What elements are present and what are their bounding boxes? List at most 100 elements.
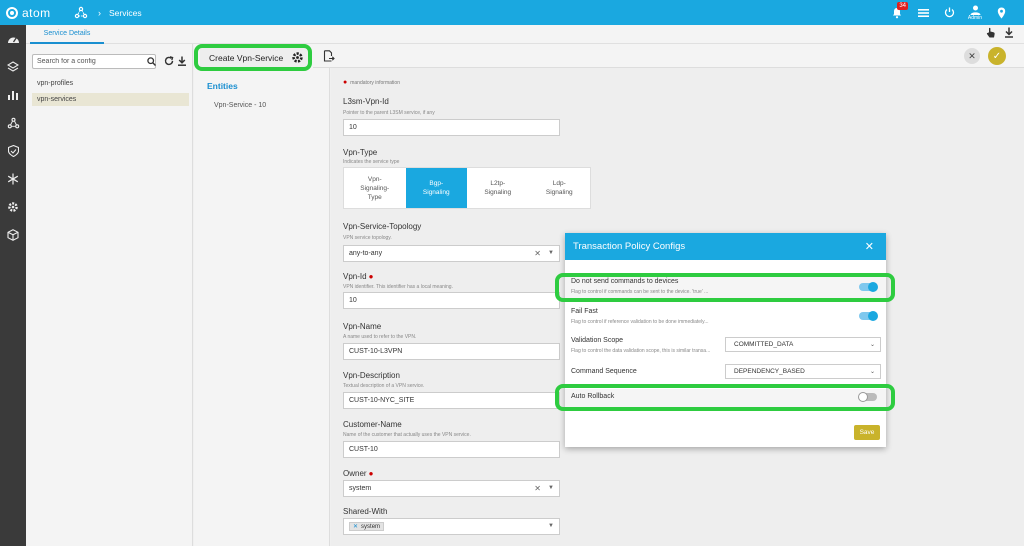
vpn-type-option-bgp-signaling[interactable]: Bgp- Signaling xyxy=(405,168,467,208)
vpn-id-label: Vpn-Id ● xyxy=(343,272,374,281)
validation-scope-hint: Flag to control the data validation scop… xyxy=(571,348,711,354)
vpn-type-option-l2tp-signaling[interactable]: L2tp- Signaling xyxy=(467,168,529,208)
command-sequence-label: Command Sequence xyxy=(571,368,637,375)
download-icon[interactable] xyxy=(177,56,187,68)
config-search-input[interactable] xyxy=(32,54,156,69)
vpn-type-option-vpn-signaling-type[interactable]: Vpn- Signaling- Type xyxy=(344,168,406,208)
confirm-check-button[interactable]: ✓ xyxy=(988,47,1006,65)
user-menu[interactable]: Admin xyxy=(962,0,988,25)
validation-scope-label: Validation Scope xyxy=(571,337,624,344)
config-panel: vpn-profiles vpn-services xyxy=(26,44,193,546)
topology-label: Vpn-Service-Topology xyxy=(343,222,422,231)
shared-with-chip[interactable]: ✕ system xyxy=(349,522,385,531)
command-sequence-value: DEPENDENCY_BASED xyxy=(734,368,805,375)
snowflake-icon[interactable] xyxy=(0,165,26,193)
entities-title: Entities xyxy=(207,81,238,91)
highlight-create-button xyxy=(194,44,312,71)
bar-chart-icon[interactable] xyxy=(0,81,26,109)
vpn-type-selector: Vpn- Signaling- Type Bgp- Signaling L2tp- Si… xyxy=(343,167,591,209)
search-icon[interactable] xyxy=(147,57,156,68)
highlight-no-send-row xyxy=(555,273,895,302)
chip-remove-icon[interactable]: ✕ xyxy=(353,523,358,530)
save-button[interactable]: Save xyxy=(854,425,880,440)
validation-scope-select[interactable]: COMMITTED_DATA ⌄ xyxy=(725,337,881,352)
form-toolbar: ✕ ✓ xyxy=(313,44,1024,68)
command-sequence-select[interactable]: DEPENDENCY_BASED ⌄ xyxy=(725,364,881,379)
user-icon xyxy=(970,5,980,15)
l3sm-vpn-id-label: L3sm-Vpn-Id xyxy=(343,97,389,106)
chevron-right-icon: › xyxy=(98,7,101,18)
user-name: Admin xyxy=(967,14,983,21)
chevron-down-icon[interactable]: ▼ xyxy=(548,250,554,256)
document-arrow-icon[interactable] xyxy=(323,50,335,64)
atom-logo-icon xyxy=(6,6,18,19)
settings-gear-icon[interactable] xyxy=(0,193,26,221)
power-icon[interactable] xyxy=(936,0,962,25)
validation-scope-value: COMMITTED_DATA xyxy=(734,341,794,348)
modal-header: Transaction Policy Configs ✕ xyxy=(565,233,886,260)
config-item-vpn-services[interactable]: vpn-services xyxy=(32,93,189,106)
vpn-type-label: Vpn-Type xyxy=(343,148,378,157)
vpn-name-hint: A name used to refer to the VPN. xyxy=(343,334,417,340)
download-icon[interactable] xyxy=(1004,27,1014,40)
shield-check-icon[interactable] xyxy=(0,137,26,165)
services-network-icon[interactable] xyxy=(74,6,88,20)
customer-name-input[interactable]: CUST-10 xyxy=(343,441,560,458)
customer-name-hint: Name of the customer that actually uses … xyxy=(343,432,471,438)
l3sm-vpn-id-input[interactable]: 10 xyxy=(343,119,560,136)
left-nav xyxy=(0,25,26,546)
entity-item[interactable]: Vpn-Service - 10 xyxy=(214,102,266,109)
mandatory-note: ● mandatory information xyxy=(343,79,400,86)
notifications-bell-icon[interactable]: 34 xyxy=(884,0,910,25)
list-menu-icon[interactable] xyxy=(910,0,936,25)
vpn-description-hint: Textual description of a VPN service. xyxy=(343,383,425,389)
vpn-type-option-ldp-signaling[interactable]: Ldp- Signaling xyxy=(529,168,591,208)
tab-service-details[interactable]: Service Details xyxy=(30,25,104,44)
vpn-id-input[interactable]: 10 xyxy=(343,292,560,309)
package-box-icon[interactable] xyxy=(0,221,26,249)
close-icon[interactable]: ✕ xyxy=(865,240,874,253)
topology-hint: VPN service topology. xyxy=(343,235,392,241)
brand-logo[interactable]: atom xyxy=(6,6,66,20)
fail-fast-hint: Flag to control if reference validation … xyxy=(571,319,709,325)
config-item-vpn-profiles[interactable]: vpn-profiles xyxy=(32,77,189,90)
modal-title: Transaction Policy Configs xyxy=(573,241,686,252)
shared-with-label: Shared-With xyxy=(343,507,388,516)
owner-select[interactable]: system ✕ ▼ xyxy=(343,480,560,497)
cancel-close-button[interactable]: ✕ xyxy=(964,48,980,64)
vpn-name-input[interactable]: CUST-10-L3VPN xyxy=(343,343,560,360)
chevron-down-icon: ⌄ xyxy=(869,369,875,375)
highlight-auto-rollback-row xyxy=(555,384,895,411)
vpn-description-input[interactable]: CUST-10-NYC_SITE xyxy=(343,392,560,409)
chevron-down-icon[interactable]: ▼ xyxy=(548,485,554,491)
vpn-id-hint: VPN identifier. This identifier has a lo… xyxy=(343,284,453,290)
network-topology-icon[interactable] xyxy=(0,109,26,137)
vpn-name-label: Vpn-Name xyxy=(343,322,382,331)
clear-icon[interactable]: ✕ xyxy=(534,249,541,258)
chevron-down-icon: ⌄ xyxy=(869,342,875,348)
entities-panel: Create Vpn-Service Entities Vpn-Service … xyxy=(194,44,330,546)
layers-cube-icon[interactable] xyxy=(0,53,26,81)
transaction-policy-modal: Transaction Policy Configs ✕ Do not send… xyxy=(565,233,886,447)
app-name: atom xyxy=(22,5,51,20)
vpn-type-hint: Indicates the service type xyxy=(343,159,400,165)
tab-bar: Service Details xyxy=(26,25,1024,44)
dashboard-gauge-icon[interactable] xyxy=(0,25,26,53)
shared-with-select[interactable]: ✕ system ▼ xyxy=(343,518,560,535)
notification-count-badge: 34 xyxy=(897,2,908,10)
owner-value: system xyxy=(349,485,372,492)
breadcrumb-services[interactable]: Services xyxy=(109,8,142,18)
clear-icon[interactable]: ✕ xyxy=(534,484,541,493)
topology-select[interactable]: any-to-any ✕ ▼ xyxy=(343,245,560,262)
owner-label: Owner ● xyxy=(343,469,374,478)
fail-fast-label: Fail Fast xyxy=(571,308,598,315)
l3sm-vpn-id-hint: Pointer to the parent L3SM service, if a… xyxy=(343,110,435,116)
location-pin-icon[interactable] xyxy=(988,0,1014,25)
topology-value: any-to-any xyxy=(349,250,383,257)
refresh-icon[interactable] xyxy=(164,56,174,68)
fail-fast-toggle[interactable] xyxy=(859,311,878,321)
hand-pointer-icon[interactable] xyxy=(986,27,996,40)
chevron-down-icon[interactable]: ▼ xyxy=(548,523,554,529)
top-bar: atom › Services 34 Admin xyxy=(0,0,1024,25)
vpn-description-label: Vpn-Description xyxy=(343,371,400,380)
